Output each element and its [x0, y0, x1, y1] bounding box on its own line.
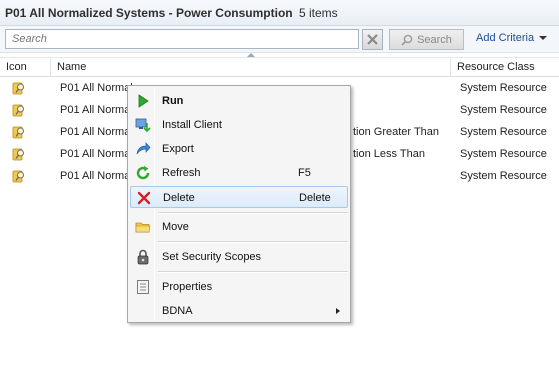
- menu-item-shortcut: F5: [298, 167, 311, 179]
- properties-icon: [135, 279, 151, 295]
- menu-separator: [158, 241, 348, 243]
- menu-item-label: Delete: [163, 192, 195, 204]
- context-menu: Run Install Client Export Refresh F5 Del…: [127, 85, 351, 323]
- search-input[interactable]: [5, 29, 359, 49]
- menu-item-export[interactable]: Export: [130, 138, 348, 160]
- row-resource-class: System Resource: [460, 170, 547, 182]
- row-name: P01 All Normal: [60, 148, 133, 160]
- install-client-icon: [135, 117, 151, 133]
- menu-item-run[interactable]: Run: [130, 90, 348, 112]
- row-resource-class: System Resource: [460, 126, 547, 138]
- row-name: P01 All Normal: [60, 126, 133, 138]
- grid-header: Icon Name Resource Class: [0, 53, 559, 77]
- menu-item-label: Run: [162, 95, 184, 107]
- menu-item-label: Refresh: [162, 167, 201, 179]
- search-icon: [401, 34, 413, 46]
- run-icon: [135, 93, 151, 109]
- collection-icon: [12, 148, 24, 161]
- column-header-resource-class[interactable]: Resource Class: [451, 58, 559, 77]
- refresh-icon: [135, 165, 151, 181]
- menu-item-label: Set Security Scopes: [162, 251, 262, 263]
- row-resource-class: System Resource: [460, 148, 547, 160]
- menu-item-label: Move: [162, 221, 189, 233]
- menu-separator: [158, 271, 348, 273]
- row-name: P01 All Normal: [60, 104, 133, 116]
- collection-icon: [12, 170, 24, 183]
- menu-item-refresh[interactable]: Refresh F5: [130, 162, 348, 184]
- sort-ascending-icon: [247, 53, 255, 57]
- column-header-icon[interactable]: Icon: [0, 58, 51, 77]
- folder-icon: [135, 219, 151, 235]
- menu-item-install-client[interactable]: Install Client: [130, 114, 348, 136]
- add-criteria-link[interactable]: Add Criteria: [476, 32, 548, 44]
- search-bar: Search Add Criteria: [0, 26, 559, 53]
- add-criteria-label: Add Criteria: [476, 32, 535, 44]
- menu-item-properties[interactable]: Properties: [130, 276, 348, 298]
- row-resource-class: System Resource: [460, 82, 547, 94]
- menu-item-shortcut: Delete: [299, 192, 331, 204]
- row-name-tail: tion Greater Than: [353, 126, 440, 138]
- menu-item-delete[interactable]: Delete Delete: [130, 186, 348, 208]
- collection-icon: [12, 82, 24, 95]
- row-resource-class: System Resource: [460, 104, 547, 116]
- page-title: P01 All Normalized Systems - Power Consu…: [5, 6, 293, 20]
- row-name: P01 All Normal: [60, 170, 133, 182]
- menu-separator: [158, 212, 348, 214]
- search-button-label: Search: [417, 33, 452, 46]
- clear-search-button[interactable]: [362, 29, 383, 50]
- menu-item-set-security-scopes[interactable]: Set Security Scopes: [130, 246, 348, 268]
- delete-icon: [136, 190, 152, 206]
- menu-item-label: BDNA: [162, 305, 193, 317]
- collection-icon: [12, 104, 24, 117]
- title-bar: P01 All Normalized Systems - Power Consu…: [0, 0, 559, 26]
- close-icon: [367, 34, 378, 45]
- menu-item-bdna[interactable]: BDNA: [130, 300, 348, 322]
- search-button[interactable]: Search: [389, 29, 464, 50]
- menu-item-move[interactable]: Move: [130, 216, 348, 238]
- menu-item-label: Export: [162, 143, 194, 155]
- chevron-right-icon: [336, 308, 340, 314]
- menu-item-label: Install Client: [162, 119, 222, 131]
- menu-item-label: Properties: [162, 281, 213, 293]
- row-name-tail: tion Less Than: [353, 148, 425, 160]
- column-header-name[interactable]: Name: [51, 58, 451, 77]
- lock-icon: [135, 249, 151, 265]
- item-count: 5 items: [298, 6, 338, 20]
- export-icon: [135, 141, 151, 157]
- chevron-down-icon: [539, 36, 548, 40]
- collection-icon: [12, 126, 24, 139]
- row-name: P01 All Normal: [60, 82, 133, 94]
